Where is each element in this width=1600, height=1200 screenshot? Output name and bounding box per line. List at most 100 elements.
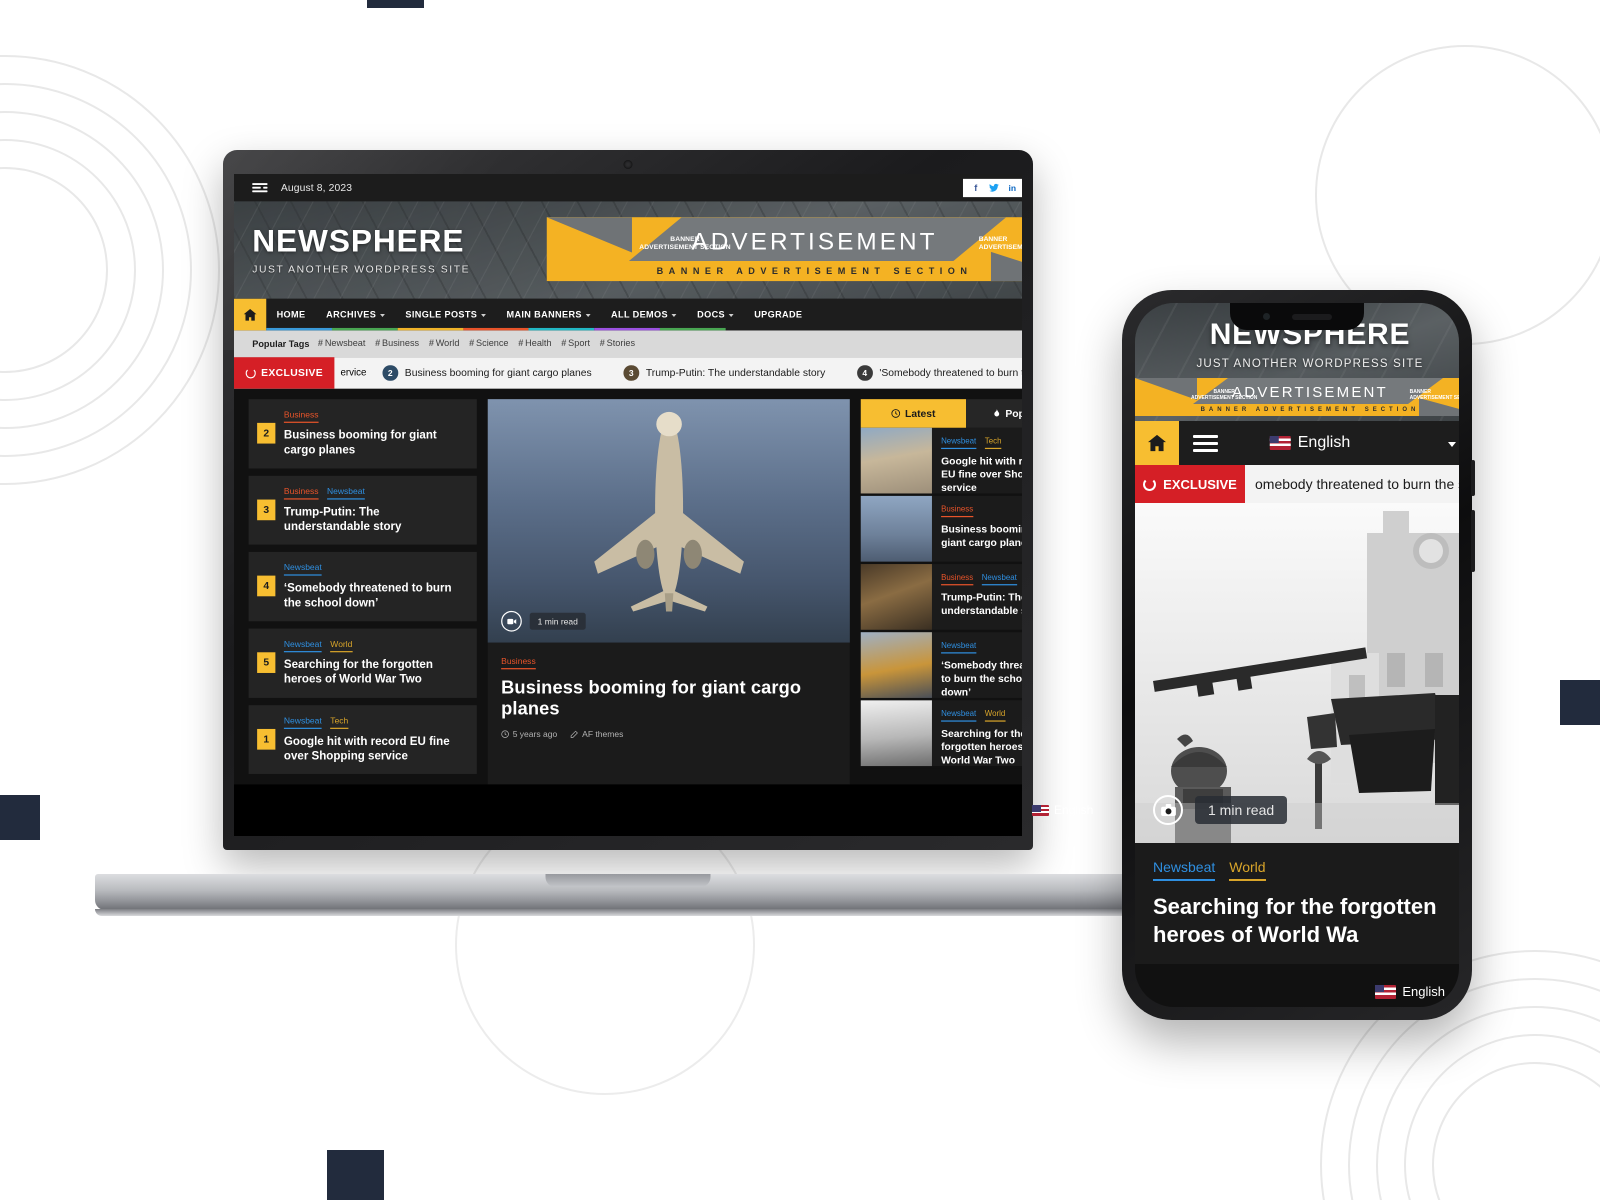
nav-item-main-banners[interactable]: MAIN BANNERS bbox=[496, 299, 601, 331]
category-link[interactable]: Newsbeat bbox=[283, 715, 322, 729]
ticker-partial-item[interactable]: ervice bbox=[334, 368, 366, 379]
hamburger-icon[interactable] bbox=[1193, 431, 1218, 456]
list-item[interactable]: 1 Newsbeat Tech Google hit with record EU f… bbox=[248, 704, 477, 775]
wartime-photo-illustration bbox=[1135, 503, 1459, 843]
post-title: Searching for the forgotten heroes of Wo… bbox=[283, 658, 433, 686]
main-navigation: HOME ARCHIVES SINGLE POSTS MAIN BANNERS ALL … bbox=[234, 298, 1022, 331]
post-rank-badge: 4 bbox=[257, 575, 276, 597]
tag-business[interactable]: # Business bbox=[375, 338, 419, 348]
list-item[interactable]: 4 Newsbeat ‘Somebody threatened to burn th… bbox=[248, 552, 477, 622]
ticker-item[interactable]: 4 'Somebody threatened to burn the s bbox=[841, 365, 1022, 381]
camera-icon[interactable] bbox=[1153, 795, 1183, 825]
hash-icon: # bbox=[599, 338, 605, 349]
post-rank-badge: 3 bbox=[257, 499, 276, 521]
nav-item-label: UPGRADE bbox=[754, 309, 803, 320]
list-item[interactable]: 2 Business Business booming for giant carg… bbox=[248, 399, 477, 469]
ticker-item[interactable]: 3 Trump-Putin: The understandable story bbox=[608, 365, 842, 381]
mobile-ticker-text[interactable]: omebody threatened to burn the sch bbox=[1245, 476, 1459, 492]
mobile-exclusive-badge: EXCLUSIVE bbox=[1135, 465, 1245, 503]
nav-underline-segment bbox=[331, 327, 398, 331]
category-link[interactable]: Business bbox=[283, 409, 319, 423]
exclusive-badge: EXCLUSIVE bbox=[234, 357, 335, 389]
tag-health[interactable]: # Health bbox=[518, 338, 551, 348]
twitter-icon[interactable] bbox=[985, 179, 1003, 197]
post-time: 5 years ago bbox=[501, 729, 557, 739]
list-icon[interactable] bbox=[252, 182, 268, 193]
sidebar-tabs: Latest Popular bbox=[860, 399, 1022, 428]
tag-stories[interactable]: # Stories bbox=[600, 338, 635, 348]
ticker-items: ervice 2 Business booming for giant cargo… bbox=[334, 365, 1022, 381]
tag-sport[interactable]: # Sport bbox=[561, 338, 590, 348]
sidebar-post-list: Newsbeat Tech Google hit with record EU fi… bbox=[860, 427, 1022, 769]
sidebar-post[interactable]: Business Newsbeat Trump-Putin: The underst… bbox=[860, 564, 1022, 633]
category-link[interactable]: Newsbeat bbox=[1153, 859, 1216, 881]
desktop-floating-language[interactable]: English bbox=[1032, 803, 1093, 817]
category-link[interactable]: Newsbeat bbox=[981, 573, 1017, 586]
sidebar-post[interactable]: Newsbeat World Searching for the forgotten… bbox=[860, 700, 1022, 769]
category-link[interactable]: Business bbox=[283, 486, 319, 500]
tab-popular[interactable]: Popular bbox=[965, 399, 1022, 428]
category-link[interactable]: Tech bbox=[984, 436, 1002, 450]
tag-science[interactable]: # Science bbox=[469, 338, 508, 348]
mobile-language-switcher[interactable]: English bbox=[1269, 434, 1351, 452]
category-link[interactable]: Newsbeat bbox=[941, 709, 977, 722]
ticker-item-title: 'Somebody threatened to burn the s bbox=[879, 366, 1022, 379]
mobile-home-button[interactable] bbox=[1135, 421, 1179, 465]
sidebar-post[interactable]: Newsbeat ‘Somebody threatened to burn the… bbox=[860, 632, 1022, 701]
featured-meta: 5 years ago AF themes bbox=[501, 729, 836, 739]
sidebar-post[interactable]: Newsbeat Tech Google hit with record EU fi… bbox=[860, 427, 1022, 496]
nav-underline-strip bbox=[266, 327, 726, 331]
nav-underline-segment bbox=[660, 327, 726, 331]
mobile-language-label: English bbox=[1297, 434, 1351, 451]
category-link[interactable]: World bbox=[984, 709, 1006, 722]
nav-item-docs[interactable]: DOCS bbox=[687, 299, 744, 331]
nav-item-all-demos[interactable]: ALL DEMOS bbox=[601, 299, 687, 331]
nav-item-upgrade[interactable]: UPGRADE bbox=[744, 299, 813, 331]
tag-world[interactable]: # World bbox=[429, 338, 460, 348]
nav-item-archives[interactable]: ARCHIVES bbox=[316, 299, 395, 331]
category-link[interactable]: Business bbox=[941, 504, 974, 518]
caret-down-icon[interactable] bbox=[1448, 441, 1456, 447]
category-link[interactable]: World bbox=[1229, 859, 1266, 881]
mobile-advertisement-banner[interactable]: ADVERTISEMENT BANNER ADVERTISEMENT SECTI… bbox=[1135, 378, 1459, 416]
list-item[interactable]: 5 Newsbeat World Searching for the forgotte… bbox=[248, 628, 477, 698]
nav-item-list: HOME ARCHIVES SINGLE POSTS MAIN BANNERS ALL … bbox=[266, 299, 812, 331]
list-item[interactable]: 3 Business Newsbeat Trump-Putin: The unders… bbox=[248, 475, 477, 545]
category-link[interactable]: Business bbox=[501, 656, 536, 670]
tab-latest[interactable]: Latest bbox=[860, 399, 966, 428]
category-link[interactable]: Newsbeat bbox=[941, 436, 977, 450]
ticker-item[interactable]: 2 Business booming for giant cargo planes bbox=[366, 365, 607, 381]
post-categories: Newsbeat World bbox=[941, 709, 1022, 722]
category-link[interactable]: Tech bbox=[330, 715, 349, 729]
category-link[interactable]: Business bbox=[941, 573, 974, 586]
post-categories: Newsbeat bbox=[283, 562, 465, 576]
category-link[interactable]: Newsbeat bbox=[283, 639, 322, 653]
read-time-badge: 1 min read bbox=[529, 612, 586, 630]
vk-icon[interactable]: vk bbox=[1021, 179, 1022, 197]
linkedin-icon[interactable]: in bbox=[1003, 179, 1021, 197]
site-branding[interactable]: NEWSPHERE JUST ANOTHER WORDPRESS SITE bbox=[252, 225, 514, 276]
laptop-screen: August 8, 2023 f in vk bbox=[234, 174, 1022, 836]
nav-home-button[interactable] bbox=[234, 298, 267, 331]
sidebar-post[interactable]: Business Business booming for giant cargo… bbox=[860, 495, 1022, 565]
nav-item-home[interactable]: HOME bbox=[266, 299, 316, 331]
featured-article[interactable]: 1 min read Business Business booming for… bbox=[487, 399, 850, 785]
top-bar: August 8, 2023 f in vk bbox=[234, 174, 1022, 202]
category-link[interactable]: Newsbeat bbox=[283, 562, 322, 576]
mobile-floating-language[interactable]: English bbox=[1375, 984, 1445, 999]
facebook-icon[interactable]: f bbox=[967, 179, 985, 197]
category-link[interactable]: Newsbeat bbox=[941, 641, 977, 654]
nav-underline-segment bbox=[266, 327, 332, 331]
nav-item-single-posts[interactable]: SINGLE POSTS bbox=[395, 299, 496, 331]
mobile-ad-bottom-text: BANNER ADVERTISEMENT SECTION bbox=[1200, 407, 1420, 413]
category-link[interactable]: Newsbeat bbox=[326, 486, 365, 500]
category-link[interactable]: World bbox=[330, 639, 353, 653]
sidebar: Latest Popular Newsbeat Tech Google hit wi… bbox=[860, 399, 1022, 784]
video-camera-icon[interactable] bbox=[501, 610, 522, 632]
mobile-featured-image[interactable]: 1 min read bbox=[1135, 503, 1459, 843]
advertisement-banner[interactable]: ADVERTISEMENT BANNER ADVERTISEMENT SECTI… bbox=[546, 217, 1022, 282]
tag-newsbeat[interactable]: # Newsbeat bbox=[318, 338, 365, 348]
nav-item-label: ALL DEMOS bbox=[611, 309, 668, 320]
us-flag-icon bbox=[1269, 436, 1291, 450]
tag-label: Health bbox=[525, 338, 552, 349]
